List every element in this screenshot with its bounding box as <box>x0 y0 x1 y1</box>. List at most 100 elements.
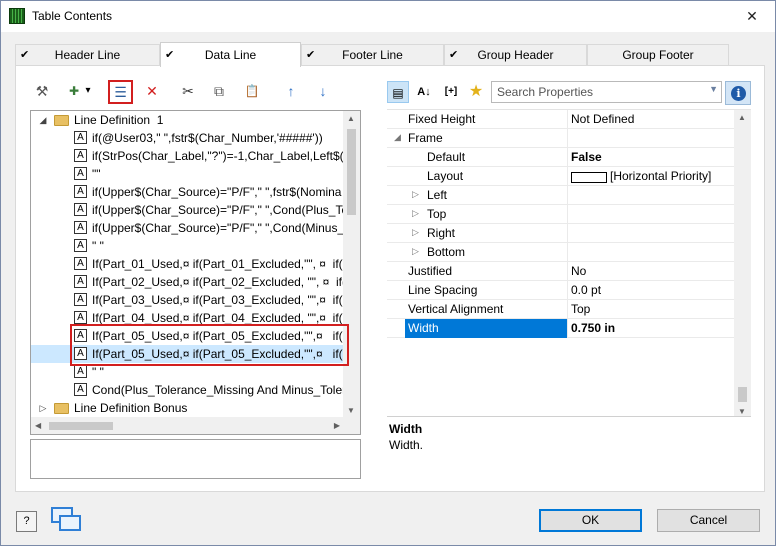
property-row[interactable]: ◢ Frame <box>387 129 734 148</box>
close-button[interactable]: ✕ <box>729 1 775 32</box>
move-up-icon[interactable]: ↑ <box>281 81 301 101</box>
property-row[interactable]: Default False <box>387 148 734 167</box>
property-scrollbar[interactable]: ▲ ▼ <box>734 110 751 419</box>
tab-footer-line[interactable]: ✔ Footer Line <box>301 44 444 66</box>
tree-field-item[interactable]: A Cond(Plus_Tolerance_Missing And Minus_T… <box>31 381 344 399</box>
property-name: Vertical Alignment <box>408 302 504 316</box>
property-name: Left <box>427 188 448 202</box>
tree-field-item[interactable]: Aif(Upper$(Char_Source)="P/F"," ",Cond(M… <box>31 219 344 237</box>
tree-field-item[interactable]: A "" <box>31 165 344 183</box>
search-properties-input[interactable]: Search Properties ▼ <box>491 81 722 103</box>
property-row[interactable]: ▷ Top <box>387 205 734 224</box>
tree-field-item[interactable]: A If(Part_03_Used,¤ if(Part_03_Excluded, … <box>31 291 344 309</box>
tree-folder-item[interactable]: ◢ Line Definition 1 <box>31 111 344 129</box>
tree-field-item[interactable]: Aif(@User03," ",fstr$(Char_Number,'#####… <box>31 129 344 147</box>
tab-group-header[interactable]: ✔ Group Header <box>444 44 587 66</box>
ok-button[interactable]: OK <box>539 509 642 532</box>
property-name: Bottom <box>427 245 466 259</box>
property-value[interactable]: 0.0 pt <box>571 283 601 297</box>
tree-item-label: if(Upper$(Char_Source)="P/F"," ",fstr$(N… <box>92 185 342 199</box>
property-row[interactable]: Layout [Horizontal Priority] <box>387 167 734 186</box>
property-value[interactable]: 0.750 in <box>571 321 615 335</box>
expanded-arrow-icon[interactable]: ◢ <box>394 132 401 143</box>
property-value[interactable]: [Horizontal Priority] <box>610 169 711 183</box>
copy-icon[interactable]: ⧉ <box>209 81 229 101</box>
property-name: Line Spacing <box>408 283 478 297</box>
property-row[interactable]: Fixed Height Not Defined <box>387 110 734 129</box>
property-name: Justified <box>408 264 453 278</box>
expanded-arrow-icon[interactable]: ◢ <box>38 111 48 129</box>
help-button[interactable]: ? <box>16 511 37 532</box>
column-divider <box>567 110 568 129</box>
favorites-star-icon[interactable]: ★ <box>465 81 487 103</box>
sort-alpha-icon[interactable]: A↓ <box>413 81 435 103</box>
text-field-icon: A <box>74 383 87 396</box>
property-name: Layout <box>427 169 464 183</box>
scroll-up-icon[interactable]: ▲ <box>347 114 355 123</box>
property-row[interactable]: Line Spacing 0.0 pt <box>387 281 734 300</box>
collapsed-arrow-icon[interactable]: ▷ <box>412 208 419 219</box>
tree-vertical-scrollbar[interactable]: ▲ ▼ <box>343 111 360 418</box>
expand-all-icon[interactable]: [+] <box>439 81 463 103</box>
property-name: Width <box>408 321 439 335</box>
tree-item-label: "" <box>92 167 101 181</box>
line-definition-tree[interactable]: ◢ Line Definition 1 Aif(@User03," ",fstr$(… <box>30 110 361 435</box>
collapsed-arrow-icon[interactable]: ▷ <box>412 189 419 200</box>
move-down-icon[interactable]: ↓ <box>313 81 333 101</box>
property-row[interactable]: Justified No <box>387 262 734 281</box>
info-button[interactable]: i <box>725 81 751 105</box>
title-bar: Table Contents ✕ <box>1 1 775 32</box>
tree-item-label: Line Definition 1 <box>74 113 164 127</box>
collapsed-arrow-icon[interactable]: ▷ <box>412 227 419 238</box>
tab-group-footer[interactable]: Group Footer <box>587 44 729 66</box>
tree-field-item[interactable]: Aif(Upper$(Char_Source)="P/F"," ",fstr$(… <box>31 183 344 201</box>
categorized-icon[interactable]: ▤ <box>387 81 409 103</box>
text-field-icon: A <box>74 149 87 162</box>
tree-horizontal-scrollbar[interactable]: ◀ ▶ <box>31 417 344 434</box>
tab-label: Group Footer <box>622 48 694 62</box>
tree-item-label: if(Upper$(Char_Source)="P/F"," ",Cond(Mi… <box>92 221 344 235</box>
cancel-button[interactable]: Cancel <box>657 509 760 532</box>
window-title: Table Contents <box>32 9 113 23</box>
collapsed-arrow-icon[interactable]: ▷ <box>38 399 48 417</box>
cut-icon[interactable]: ✂ <box>178 81 198 101</box>
dropdown-arrow-icon[interactable]: ▼ <box>709 84 718 94</box>
property-value[interactable]: Top <box>571 302 590 316</box>
tab-data-line[interactable]: ✔ Data Line <box>160 42 301 67</box>
wizard-icon[interactable]: ⚒ <box>32 81 52 101</box>
tree-item-label: if(Upper$(Char_Source)="P/F"," ",Cond(Pl… <box>92 203 344 217</box>
property-grid[interactable]: Fixed Height Not Defined ◢ Frame Default Fals… <box>387 109 751 419</box>
property-row[interactable]: ▷ Bottom <box>387 243 734 262</box>
scroll-thumb[interactable] <box>49 422 113 430</box>
tree-field-item[interactable]: A If(Part_02_Used,¤ if(Part_02_Excluded, … <box>31 273 344 291</box>
dropdown-arrow-icon[interactable]: ▾ <box>82 81 94 101</box>
column-divider <box>567 300 568 319</box>
scroll-left-icon[interactable]: ◀ <box>35 421 41 430</box>
scroll-down-icon[interactable]: ▼ <box>738 407 746 416</box>
text-field-icon: A <box>74 131 87 144</box>
property-row[interactable]: Width 0.750 in <box>387 319 734 338</box>
scroll-down-icon[interactable]: ▼ <box>347 406 355 415</box>
property-value[interactable]: False <box>571 150 602 164</box>
scroll-thumb[interactable] <box>738 387 747 402</box>
new-item-icon[interactable]: ✚ <box>64 81 84 101</box>
property-value[interactable]: Not Defined <box>571 112 634 126</box>
property-row[interactable]: Vertical Alignment Top <box>387 300 734 319</box>
tree-field-item[interactable]: A If(Part_01_Used,¤ if(Part_01_Excluded,"… <box>31 255 344 273</box>
paste-icon[interactable]: 📋 <box>242 81 262 101</box>
tree-folder-item[interactable]: ▷ Line Definition Bonus <box>31 399 344 417</box>
edit-properties-icon[interactable]: ☰ <box>108 80 133 104</box>
scroll-right-icon[interactable]: ▶ <box>334 421 340 430</box>
delete-icon[interactable]: ✕ <box>142 81 162 101</box>
scroll-up-icon[interactable]: ▲ <box>738 113 746 122</box>
property-row[interactable]: ▷ Right <box>387 224 734 243</box>
windows-icon[interactable] <box>51 507 83 535</box>
tab-header-line[interactable]: ✔ Header Line <box>15 44 160 66</box>
property-row[interactable]: ▷ Left <box>387 186 734 205</box>
tree-field-item[interactable]: Aif(StrPos(Char_Label,"?")=-1,Char_Label… <box>31 147 344 165</box>
scroll-thumb[interactable] <box>347 129 356 215</box>
tree-field-item[interactable]: Aif(Upper$(Char_Source)="P/F"," ",Cond(P… <box>31 201 344 219</box>
property-value[interactable]: No <box>571 264 586 278</box>
collapsed-arrow-icon[interactable]: ▷ <box>412 246 419 257</box>
tree-field-item[interactable]: A " " <box>31 237 344 255</box>
